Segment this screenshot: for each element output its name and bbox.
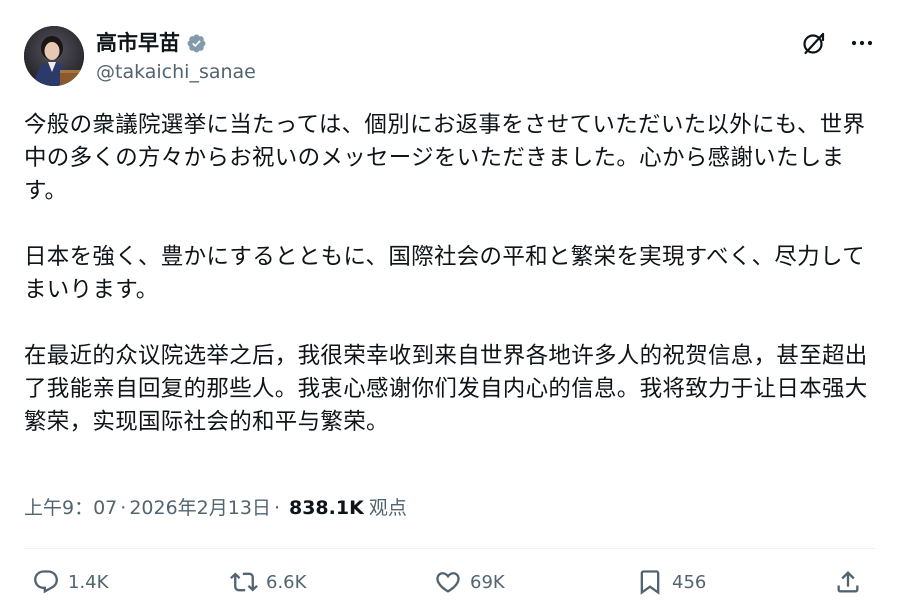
meta-separator: ·	[273, 497, 280, 519]
heart-icon	[436, 572, 460, 593]
tweet-text: 今般の衆議院選挙に当たっては、個別にお返事をさせていただいた以外にも、世界中の多…	[24, 109, 884, 439]
repost-icon	[230, 572, 258, 592]
like-count: 69K	[470, 571, 505, 593]
bookmark-button[interactable]: 456	[636, 568, 706, 596]
like-button[interactable]: 69K	[434, 568, 505, 596]
avatar[interactable]	[24, 26, 84, 86]
author-name[interactable]: 高市早苗	[96, 30, 180, 56]
tweet-paragraph-1: 今般の衆議院選挙に当たっては、個別にお返事をさせていただいた以外にも、世界中の多…	[24, 112, 866, 204]
bookmark-icon	[640, 570, 660, 595]
repost-button[interactable]: 6.6K	[230, 568, 306, 596]
divider	[24, 548, 875, 549]
tweet-card: 高市早苗 @takaichi_sanae 今般の衆議院選挙に当たっては、個別にお…	[0, 0, 903, 613]
tweet-paragraph-3: 在最近的众议院选举之后，我很荣幸收到来自世界各地许多人的祝贺信息，甚至超出了我能…	[24, 343, 868, 435]
grok-icon[interactable]	[801, 30, 827, 56]
repost-count: 6.6K	[266, 571, 307, 593]
author-handle[interactable]: @takaichi_sanae	[96, 60, 256, 84]
tweet-meta: 上午9：07 · 2026年2月13日 · 838.1K 观点	[24, 495, 407, 521]
more-icon[interactable]	[849, 30, 875, 56]
reply-icon	[34, 570, 58, 594]
tweet-time[interactable]: 上午9：07	[24, 495, 117, 521]
share-button[interactable]	[834, 568, 862, 596]
meta-separator: ·	[120, 497, 127, 519]
share-icon	[837, 571, 859, 593]
verified-badge-icon[interactable]	[186, 33, 207, 54]
tweet-paragraph-2: 日本を強く、豊かにするとともに、国際社会の平和と繁栄を実現すべく、尽力してまいり…	[24, 244, 865, 303]
header-actions	[801, 30, 875, 56]
avatar-image	[24, 26, 84, 86]
views-count[interactable]: 838.1K	[289, 495, 364, 521]
tweet-date[interactable]: 2026年2月13日	[129, 495, 271, 521]
bookmark-count: 456	[672, 571, 707, 593]
author-name-row: 高市早苗	[96, 30, 207, 56]
reply-count: 1.4K	[68, 571, 109, 593]
views-label: 观点	[368, 497, 407, 519]
reply-button[interactable]: 1.4K	[32, 568, 108, 596]
action-bar: 1.4K 6.6K 69K 456	[32, 568, 867, 604]
